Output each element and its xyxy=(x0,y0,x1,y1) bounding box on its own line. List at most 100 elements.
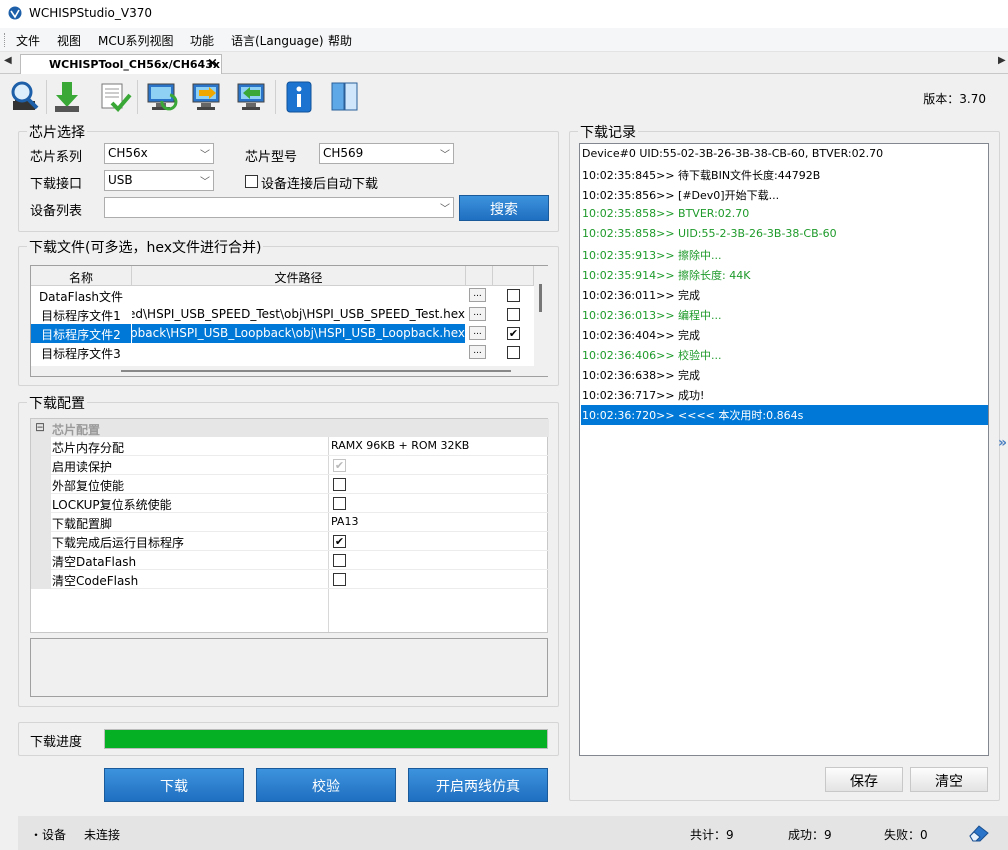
scrollbar-thumb[interactable] xyxy=(539,284,542,312)
column-header-browse xyxy=(466,266,493,286)
progress-label: 下载进度 xyxy=(30,735,83,750)
chip-series-value: CH56x xyxy=(108,146,148,160)
row-gutter xyxy=(31,494,51,513)
verify-action-button[interactable]: 校验 xyxy=(256,768,396,802)
log-line[interactable]: 10:02:36:013>> 编程中... xyxy=(581,305,988,325)
export-config-button[interactable] xyxy=(188,78,226,116)
property-row[interactable]: 清空CodeFlash xyxy=(31,570,549,589)
file-row-checkbox[interactable]: ✔ xyxy=(507,327,520,340)
log-line[interactable]: 10:02:36:406>> 校验中... xyxy=(581,345,988,365)
property-row[interactable]: LOCKUP复位系统使能 xyxy=(31,494,549,513)
save-log-button[interactable]: 保存 xyxy=(825,767,903,792)
external-reset-checkbox[interactable] xyxy=(333,478,346,491)
menu-function[interactable]: 功能 xyxy=(190,32,214,49)
tab-scroll-right-icon[interactable]: ▶ xyxy=(998,55,1006,66)
file-row-checkbox[interactable] xyxy=(507,289,520,302)
file-row-path[interactable] xyxy=(132,343,465,362)
log-line[interactable]: 10:02:36:638>> 完成 xyxy=(581,365,988,385)
file-grid-vertical-scrollbar[interactable] xyxy=(534,266,548,376)
tab-wchisptool[interactable]: WCHISPTool_CH56x/CH643x × xyxy=(20,54,222,75)
collapse-icon[interactable]: ⊟ xyxy=(35,420,45,434)
search-button[interactable]: 搜索 xyxy=(459,195,549,221)
side-panel-expand-icon[interactable]: » xyxy=(998,435,1008,455)
info-button[interactable] xyxy=(281,78,319,116)
menu-help[interactable]: 帮助 xyxy=(328,32,352,49)
log-line[interactable]: 10:02:35:858>> UID:55-2-3B-26-3B-38-CB-6… xyxy=(581,225,988,245)
browse-file-button[interactable]: ... xyxy=(469,307,486,321)
app-logo-icon xyxy=(8,6,22,20)
file-row[interactable]: 目标程序文件1 702\speed\HSPI_USB_SPEED_Test\ob… xyxy=(31,305,531,324)
download-interface-select[interactable]: USB ﹀ xyxy=(104,170,214,191)
toolbar-separator xyxy=(137,80,138,114)
import-config-icon xyxy=(237,83,265,110)
property-key: 下载配置脚 xyxy=(52,517,113,531)
browse-file-button[interactable]: ... xyxy=(469,345,486,359)
log-line[interactable]: Device#0 UID:55-02-3B-26-3B-38-CB-60, BT… xyxy=(581,145,988,165)
tab-close-icon[interactable]: × xyxy=(207,56,218,71)
tab-scroll-left-icon[interactable]: ◀ xyxy=(4,55,12,66)
file-row[interactable]: DataFlash文件 ... xyxy=(31,286,531,305)
menu-mcu-series-view[interactable]: MCU系列视图 xyxy=(98,32,174,49)
download-log-list[interactable]: Device#0 UID:55-02-3B-26-3B-38-CB-60, BT… xyxy=(579,143,989,756)
clear-log-button[interactable]: 清空 xyxy=(910,767,988,792)
eraser-icon[interactable] xyxy=(968,823,990,843)
category-chip-config[interactable]: ⊟ 芯片配置 xyxy=(31,419,549,437)
property-key: 下载完成后运行目标程序 xyxy=(52,536,185,550)
log-line[interactable]: 10:02:36:717>> 成功! xyxy=(581,385,988,405)
menu-bar: 文件 视图 MCU系列视图 功能 语言(Language) 帮助 xyxy=(0,28,1008,52)
import-config-button[interactable] xyxy=(233,78,271,116)
log-line[interactable]: 10:02:36:720>> <<<< 本次用时:0.864s xyxy=(581,405,988,425)
property-row[interactable]: 下载配置脚 PA13 xyxy=(31,513,549,532)
lockup-reset-checkbox[interactable] xyxy=(333,497,346,510)
clear-codeflash-checkbox[interactable] xyxy=(333,573,346,586)
browse-file-button[interactable]: ... xyxy=(469,288,486,302)
verify-button[interactable] xyxy=(96,78,134,116)
run-after-download-checkbox[interactable]: ✔ xyxy=(333,535,346,548)
property-row[interactable]: 下载完成后运行目标程序 ✔ xyxy=(31,532,549,551)
search-chip-icon xyxy=(11,81,39,110)
property-value[interactable]: PA13 xyxy=(331,515,358,528)
log-line[interactable]: 10:02:35:845>> 待下载BIN文件长度:44792B xyxy=(581,165,988,185)
download-action-button[interactable]: 下载 xyxy=(104,768,244,802)
row-gutter xyxy=(31,570,51,589)
file-row-path-text: 2\loopback\HSPI_USB_Loopback\obj\HSPI_US… xyxy=(132,326,465,340)
log-line[interactable]: 10:02:35:913>> 擦除中... xyxy=(581,245,988,265)
file-row-path[interactable]: 702\speed\HSPI_USB_SPEED_Test\obj\HSPI_U… xyxy=(132,305,465,324)
property-row[interactable]: 启用读保护 ✔ xyxy=(31,456,549,475)
column-header-name[interactable]: 名称 xyxy=(31,266,132,286)
log-line[interactable]: 10:02:35:856>> [#Dev0]开始下载... xyxy=(581,185,988,205)
chip-model-select[interactable]: CH569 ﹀ xyxy=(319,143,454,164)
log-line[interactable]: 10:02:36:011>> 完成 xyxy=(581,285,988,305)
file-row[interactable]: 目标程序文件2 2\loopback\HSPI_USB_Loopback\obj… xyxy=(31,324,531,343)
refresh-device-button[interactable] xyxy=(143,78,181,116)
search-chip-button[interactable] xyxy=(6,78,44,116)
log-line[interactable]: 10:02:35:858>> BTVER:02.70 xyxy=(581,205,988,225)
property-value[interactable]: RAMX 96KB + ROM 32KB xyxy=(331,439,469,452)
menu-file[interactable]: 文件 xyxy=(16,32,40,49)
browse-file-button[interactable]: ... xyxy=(469,326,486,340)
file-row-path[interactable]: 2\loopback\HSPI_USB_Loopback\obj\HSPI_US… xyxy=(132,324,465,343)
file-grid-horizontal-scrollbar[interactable] xyxy=(31,366,534,376)
file-row[interactable]: 目标程序文件3 ... xyxy=(31,343,531,362)
chevron-down-icon: ﹀ xyxy=(200,177,210,188)
two-wire-emulation-button[interactable]: 开启两线仿真 xyxy=(408,768,548,802)
chip-series-select[interactable]: CH56x ﹀ xyxy=(104,143,214,164)
scrollbar-thumb[interactable] xyxy=(121,370,511,372)
menu-language[interactable]: 语言(Language) xyxy=(231,32,324,49)
file-row-checkbox[interactable] xyxy=(507,346,520,359)
device-status-label: ・设备 xyxy=(30,828,67,842)
clear-dataflash-checkbox[interactable] xyxy=(333,554,346,567)
menu-view[interactable]: 视图 xyxy=(57,32,81,49)
log-line[interactable]: 10:02:36:404>> 完成 xyxy=(581,325,988,345)
file-row-path[interactable] xyxy=(132,286,465,305)
auto-download-checkbox[interactable] xyxy=(245,175,258,188)
property-row[interactable]: 外部复位使能 xyxy=(31,475,549,494)
column-header-path[interactable]: 文件路径 xyxy=(132,266,466,286)
property-row[interactable]: 芯片内存分配 RAMX 96KB + ROM 32KB xyxy=(31,437,549,456)
log-line[interactable]: 10:02:35:914>> 擦除长度: 44K xyxy=(581,265,988,285)
download-button[interactable] xyxy=(51,78,89,116)
file-row-checkbox[interactable] xyxy=(507,308,520,321)
property-row[interactable]: 清空DataFlash xyxy=(31,551,549,570)
device-list-select[interactable]: ﹀ xyxy=(104,197,454,218)
manual-button[interactable] xyxy=(326,78,364,116)
